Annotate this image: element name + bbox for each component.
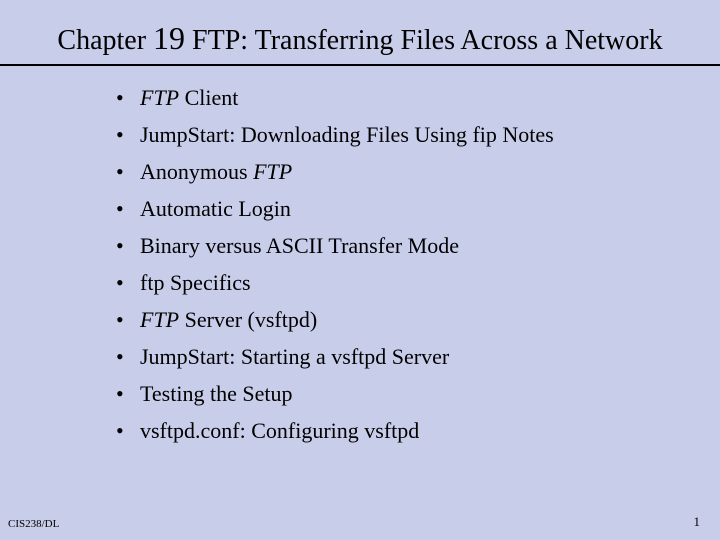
list-item: Automatic Login xyxy=(140,191,680,228)
slide-container: Chapter 19 FTP: Transferring Files Acros… xyxy=(0,0,720,540)
list-item: vsftpd.conf: Configuring vsftpd xyxy=(140,413,680,450)
list-item: JumpStart: Starting a vsftpd Server xyxy=(140,339,680,376)
list-item: Anonymous FTP xyxy=(140,154,680,191)
bullet-list: FTP Client JumpStart: Downloading Files … xyxy=(40,80,680,450)
title-prefix: Chapter xyxy=(57,25,153,56)
list-item: ftp Specifics xyxy=(140,265,680,302)
title-rest: FTP: Transferring Files Across a Network xyxy=(185,25,663,56)
list-item: FTP Client xyxy=(140,80,680,117)
list-item: JumpStart: Downloading Files Using fip N… xyxy=(140,117,680,154)
footer-course-code: CIS238/DL xyxy=(8,518,59,530)
list-item: Testing the Setup xyxy=(140,376,680,413)
list-item: FTP Server (vsftpd) xyxy=(140,302,680,339)
title-divider xyxy=(0,64,720,66)
slide-title: Chapter 19 FTP: Transferring Files Acros… xyxy=(40,18,680,58)
chapter-number: 19 xyxy=(153,20,185,56)
footer-page-number: 1 xyxy=(694,514,701,530)
list-item: Binary versus ASCII Transfer Mode xyxy=(140,228,680,265)
